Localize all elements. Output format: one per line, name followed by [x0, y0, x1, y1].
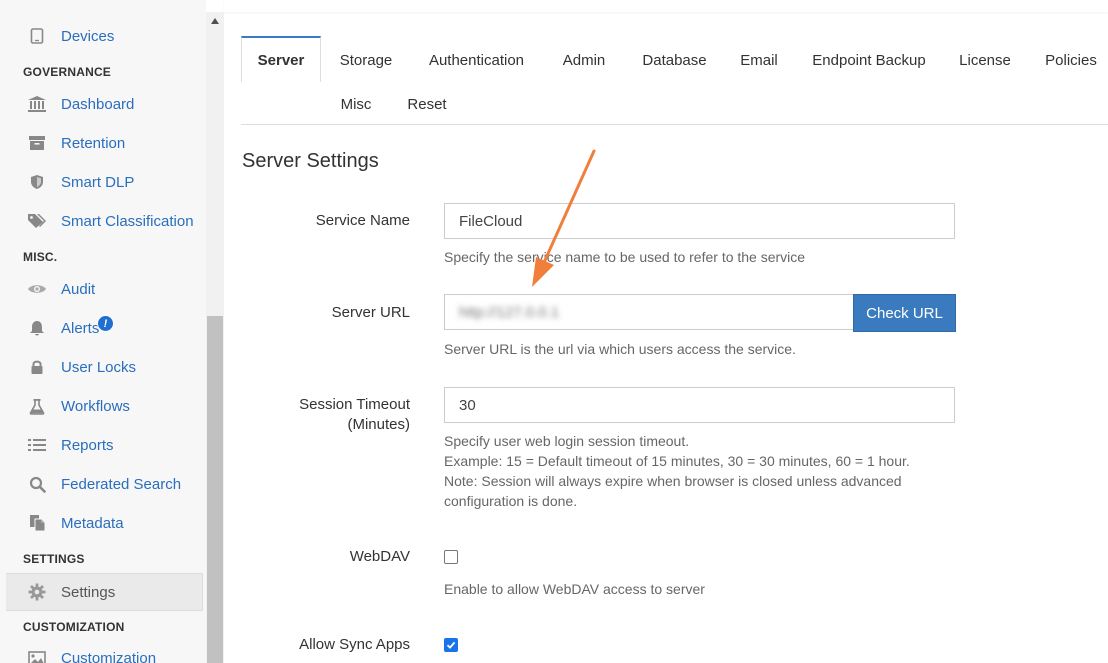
tab-storage[interactable]: Storage: [329, 38, 403, 82]
sidebar-item-label: Customization: [61, 649, 157, 663]
files-icon: [27, 513, 47, 533]
webdav-checkbox[interactable]: [444, 550, 458, 564]
server-url-value: http://127.0.0.1: [459, 303, 560, 321]
sidebar-item-workflows[interactable]: Workflows: [0, 387, 204, 425]
help-line: Example: 15 = Default timeout of 15 minu…: [444, 453, 910, 469]
session-timeout-label-line1: Session Timeout: [299, 396, 410, 413]
search-icon: [27, 474, 47, 494]
scroll-up-arrow-icon[interactable]: [206, 12, 224, 30]
eye-icon: [27, 279, 47, 299]
main-content: Server Storage Authentication Admin Data…: [224, 0, 1108, 663]
help-line: Note: Session will always expire when br…: [444, 473, 902, 489]
sidebar-item-audit[interactable]: Audit: [0, 270, 204, 308]
sidebar-item-metadata[interactable]: Metadata: [0, 504, 204, 542]
tab-email[interactable]: Email: [731, 38, 787, 82]
allow-sync-apps-label: Allow Sync Apps: [299, 636, 410, 653]
lock-icon: [27, 357, 47, 377]
tab-reset[interactable]: Reset: [399, 82, 455, 126]
sidebar-item-devices[interactable]: Devices: [0, 17, 204, 55]
scroll-thumb[interactable]: [207, 316, 223, 663]
sidebar-item-customization[interactable]: Customization: [0, 639, 204, 663]
bank-icon: [27, 94, 47, 114]
server-url-label: Server URL: [331, 304, 410, 321]
tab-endpoint-backup[interactable]: Endpoint Backup: [804, 38, 934, 82]
session-timeout-value: 30: [459, 396, 476, 414]
session-timeout-label: Session Timeout (Minutes): [240, 395, 410, 435]
section-misc: MISC.: [23, 250, 58, 264]
sidebar-item-label: User Locks: [61, 358, 137, 376]
service-name-input[interactable]: FileCloud: [444, 203, 955, 239]
tags-icon: [27, 211, 47, 231]
sidebar-item-label: Reports: [61, 436, 114, 454]
sidebar-item-label: Smart Classification: [61, 212, 194, 230]
allow-sync-apps-checkbox[interactable]: [444, 638, 458, 652]
section-governance: GOVERNANCE: [23, 65, 112, 79]
webdav-help: Enable to allow WebDAV access to server: [444, 581, 705, 597]
list-icon: [27, 435, 47, 455]
service-name-label: Service Name: [315, 212, 410, 229]
section-customization: CUSTOMIZATION: [23, 620, 125, 634]
sidebar-item-federated-search[interactable]: Federated Search: [0, 465, 204, 503]
sidebar: Devices GOVERNANCE Dashboard Retention S…: [0, 0, 206, 663]
tab-admin[interactable]: Admin: [552, 38, 616, 82]
session-timeout-help: Specify user web login session timeout. …: [444, 431, 910, 511]
tab-database[interactable]: Database: [633, 38, 716, 82]
session-timeout-label-line2: (Minutes): [347, 416, 410, 433]
sidebar-item-alerts[interactable]: Alerts !: [0, 309, 204, 347]
sidebar-item-user-locks[interactable]: User Locks: [0, 348, 204, 386]
annotation-arrow-icon: [532, 149, 596, 287]
server-url-input[interactable]: http://127.0.0.1: [444, 294, 854, 330]
session-timeout-input[interactable]: 30: [444, 387, 955, 423]
bell-icon: [27, 318, 47, 338]
archive-icon: [27, 133, 47, 153]
sidebar-item-label: Workflows: [61, 397, 130, 415]
sidebar-item-label: Federated Search: [61, 475, 182, 493]
device-icon: [27, 26, 47, 46]
page-title: Server Settings: [242, 150, 379, 172]
sidebar-item-smart-classification[interactable]: Smart Classification: [0, 202, 204, 240]
tab-misc[interactable]: Misc: [330, 82, 382, 126]
service-name-value: FileCloud: [459, 212, 523, 230]
help-line: Specify user web login session timeout.: [444, 433, 690, 449]
flask-icon: [27, 396, 47, 416]
sidebar-item-dashboard[interactable]: Dashboard: [0, 85, 204, 123]
sidebar-item-retention[interactable]: Retention: [0, 124, 204, 162]
image-icon: [27, 648, 47, 663]
top-bar: [224, 0, 1108, 12]
help-line: configuration is done.: [444, 493, 578, 509]
tab-license[interactable]: License: [952, 38, 1018, 82]
tab-policies[interactable]: Policies: [1036, 38, 1106, 82]
gear-icon: [27, 582, 47, 602]
service-name-help: Specify the service name to be used to r…: [444, 249, 806, 265]
sidebar-item-label: Alerts: [61, 319, 100, 337]
tab-authentication[interactable]: Authentication: [420, 38, 533, 82]
sidebar-item-label: Retention: [61, 134, 126, 152]
sidebar-item-label: Metadata: [61, 514, 124, 532]
server-url-help: Server URL is the url via which users ac…: [444, 341, 796, 357]
sidebar-item-settings[interactable]: Settings: [6, 573, 203, 611]
shield-icon: [27, 172, 47, 192]
sidebar-item-label: Settings: [61, 583, 116, 601]
tabs-divider: [241, 124, 1108, 125]
section-settings: SETTINGS: [23, 552, 85, 566]
sidebar-item-smart-dlp[interactable]: Smart DLP: [0, 163, 204, 201]
sidebar-scrollbar[interactable]: [206, 12, 224, 663]
check-url-button[interactable]: Check URL: [853, 294, 956, 332]
checkmark-icon: [446, 641, 456, 649]
sidebar-item-label: Audit: [61, 280, 96, 298]
sidebar-item-label: Smart DLP: [61, 173, 135, 191]
sidebar-item-label: Devices: [61, 27, 115, 45]
sidebar-item-label: Dashboard: [61, 95, 135, 113]
webdav-label: WebDAV: [349, 548, 410, 565]
sidebar-item-reports[interactable]: Reports: [0, 426, 204, 464]
alert-badge: !: [97, 315, 114, 332]
tab-server[interactable]: Server: [241, 36, 321, 82]
